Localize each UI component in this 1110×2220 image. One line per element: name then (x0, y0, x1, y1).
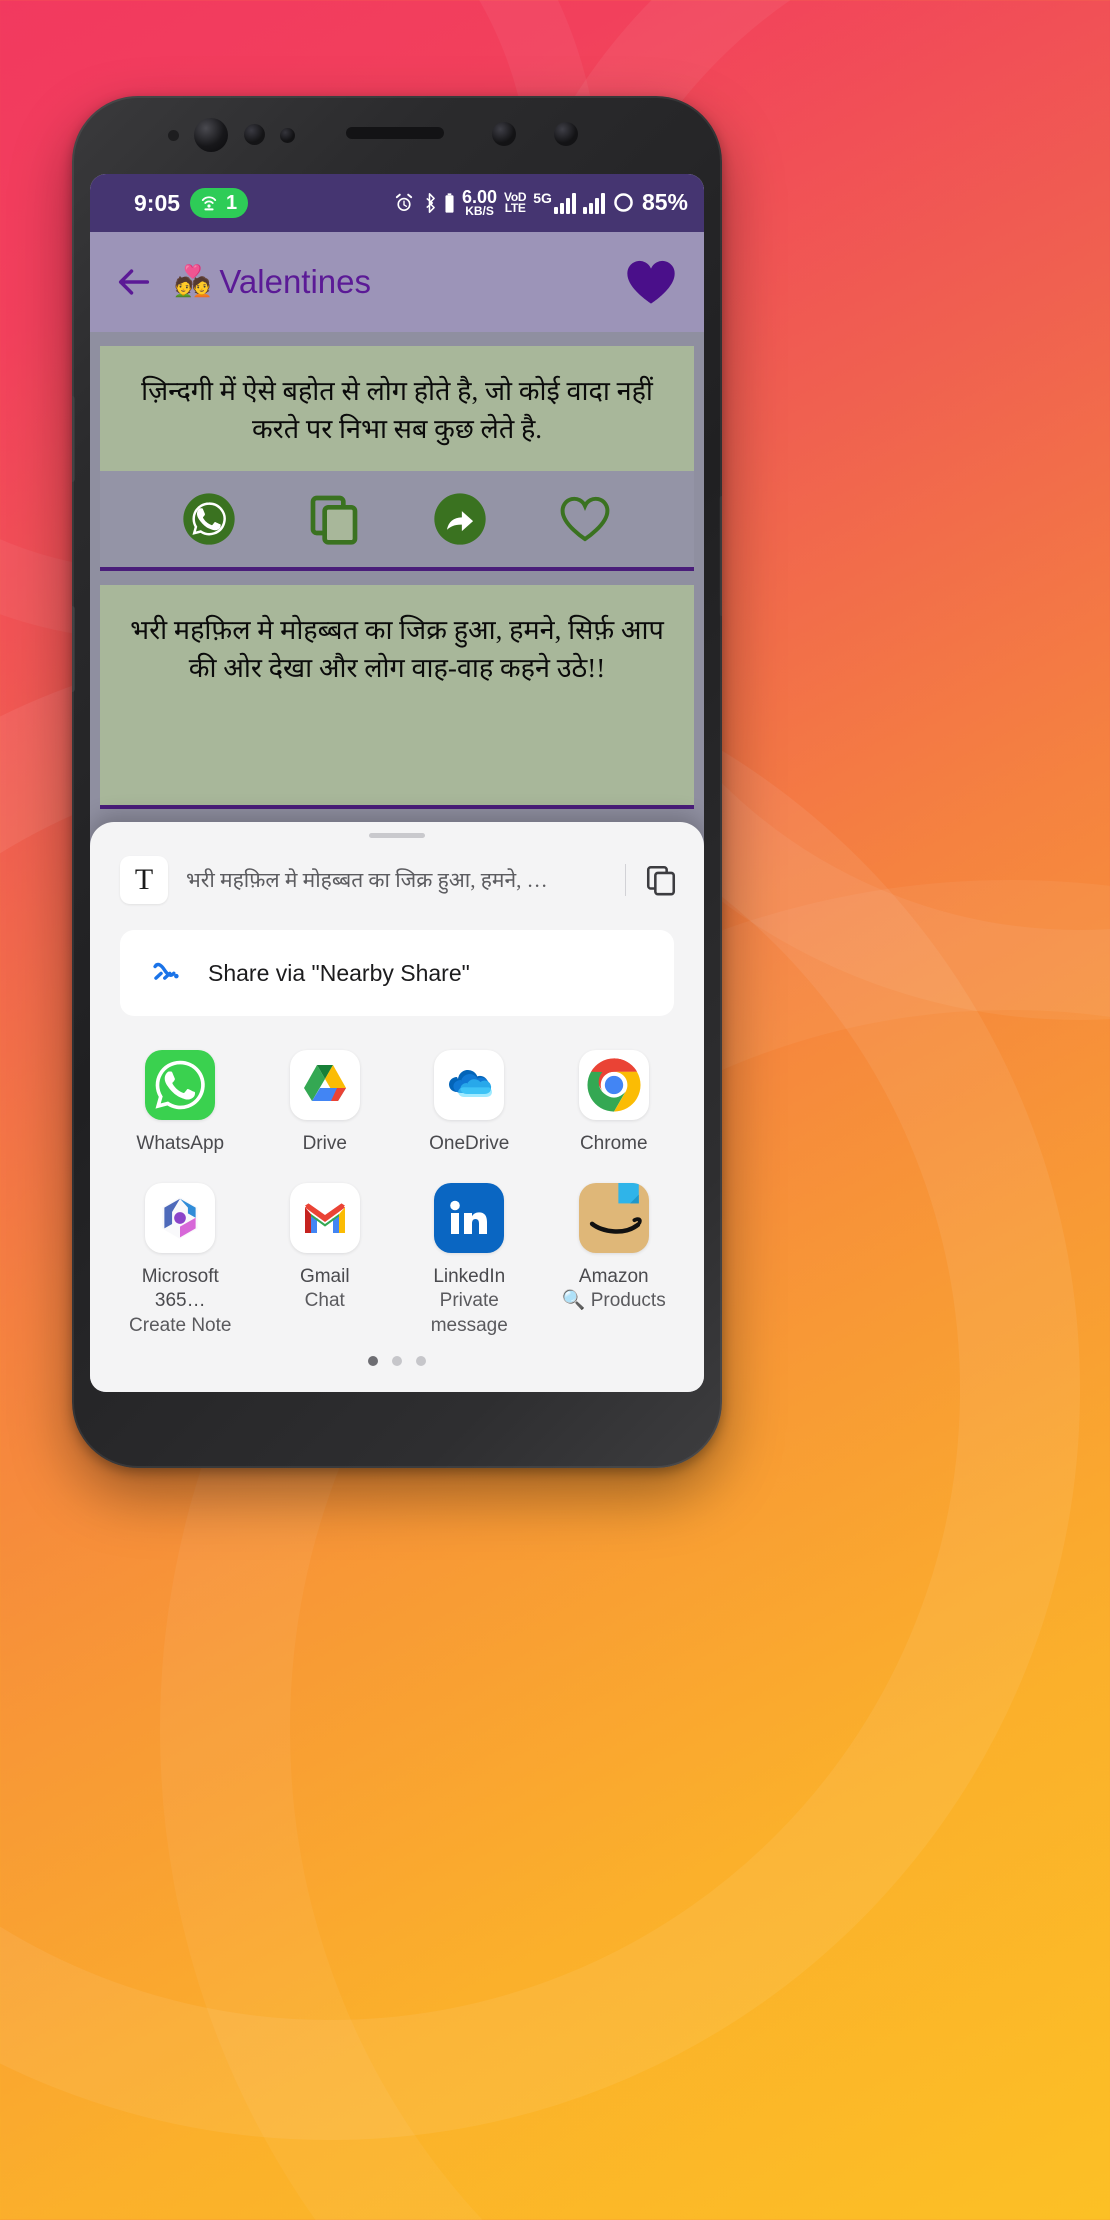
onedrive-icon (434, 1050, 505, 1120)
page-dot-2[interactable] (392, 1356, 402, 1366)
page-title: Valentines (219, 263, 372, 300)
status-bar-right: 6.00 KB/S VoD LTE 5G 85% (393, 188, 688, 218)
gmail-icon (289, 1182, 360, 1253)
copy-icon[interactable] (306, 491, 362, 547)
nearby-share-row[interactable]: Share via "Nearby Share" (120, 930, 674, 1016)
chrome-icon (578, 1050, 649, 1120)
share-target-linkedin[interactable]: LinkedIn Private message (397, 1182, 542, 1339)
ambient-sensor-icon (168, 130, 179, 141)
couple-emoji-icon: 💑 (174, 265, 212, 298)
share-target-label: LinkedIn (433, 1265, 506, 1287)
status-bar-clock: 9:05 (134, 189, 181, 216)
share-target-microsoft365[interactable]: Microsoft 365… Create Note (108, 1182, 253, 1339)
page-dot-1[interactable] (368, 1356, 378, 1366)
sim2-signal-bars-icon (582, 192, 605, 214)
page-dot-3[interactable] (416, 1356, 426, 1366)
power-button[interactable] (719, 496, 722, 616)
share-sheet: T भरी महफ़िल मे मोहब्बत का जिक्र हुआ, हम… (90, 822, 704, 1392)
battery-icon (445, 193, 454, 213)
app-bar-title-group: 💑 Valentines (174, 263, 371, 301)
app-bar: 💑 Valentines (90, 232, 704, 332)
share-sheet-pagination[interactable] (90, 1356, 704, 1392)
earpiece-speaker (346, 127, 444, 139)
whatsapp-share-icon[interactable] (181, 491, 237, 547)
network-type-label: 5G (533, 190, 552, 207)
share-target-label: Microsoft 365… (141, 1265, 219, 1312)
share-target-amazon[interactable]: Amazon 🔍 Products (542, 1182, 687, 1339)
phone-top-bezel (72, 96, 722, 174)
sim1-signal: 5G (533, 190, 576, 215)
quote-card[interactable]: भरी महफ़िल मे मोहब्बत का जिक्र हुआ, हमने… (100, 584, 694, 810)
share-target-sub: Create Note (129, 1315, 232, 1337)
text-file-glyph: T (134, 863, 154, 896)
phone-device: 9:05 1 6.00 KB/S VoD LTE 5G 85% 💑 Valent… (72, 96, 722, 1468)
share-preview-text: भरी महफ़िल मे मोहब्बत का जिक्र हुआ, हमने… (186, 868, 548, 892)
heart-filled-icon[interactable] (622, 257, 680, 307)
share-target-label: OneDrive (429, 1133, 510, 1154)
volte-indicator: VoD LTE (504, 190, 527, 215)
linkedin-icon (434, 1182, 505, 1253)
status-bar-left: 9:05 1 (106, 188, 249, 218)
share-target-onedrive[interactable]: OneDrive (397, 1050, 542, 1157)
quote-text: भरी महफ़िल मे मोहब्बत का जिक्र हुआ, हमने… (130, 614, 664, 683)
share-target-chrome[interactable]: Chrome (542, 1050, 687, 1157)
battery-ring-icon (614, 193, 633, 213)
bluetooth-icon (426, 193, 435, 213)
preview-divider (625, 864, 626, 896)
copy-icon[interactable] (644, 863, 678, 897)
share-target-sub: Private message (430, 1290, 508, 1337)
share-app-grid: WhatsApp Drive OneDrive Chrome Microsoft… (90, 1016, 704, 1339)
share-preview-row: T भरी महफ़िल मे मोहब्बत का जिक्र हुआ, हम… (90, 838, 704, 920)
favorite-outline-icon[interactable] (557, 491, 613, 547)
quote-actions (100, 470, 694, 567)
nearby-share-label: Share via "Nearby Share" (208, 959, 470, 986)
share-target-sub: Chat (304, 1290, 345, 1312)
share-target-whatsapp[interactable]: WhatsApp (108, 1050, 253, 1157)
sensor-right-1-icon (492, 122, 516, 146)
alarm-icon (395, 193, 413, 211)
quote-card[interactable]: ज़िन्दगी में ऐसे बहोत से लोग होते है, जो… (100, 346, 694, 571)
volume-down-button[interactable] (72, 606, 75, 692)
phone-screen: 9:05 1 6.00 KB/S VoD LTE 5G 85% 💑 Valent… (90, 174, 704, 1392)
sensor-right-2-icon (554, 122, 578, 146)
share-target-label: Gmail (299, 1265, 350, 1287)
network-speed-indicator: 6.00 KB/S (462, 188, 497, 218)
text-file-icon: T (120, 856, 168, 904)
share-target-label: Amazon (578, 1265, 649, 1287)
network-speed-unit: KB/S (465, 203, 494, 218)
signal-bars-icon (553, 192, 576, 215)
proximity-sensor-icon (244, 124, 265, 145)
amazon-icon (578, 1182, 649, 1253)
hotspot-icon (201, 196, 217, 211)
share-target-drive[interactable]: Drive (253, 1050, 398, 1157)
quote-text: ज़िन्दगी में ऐसे बहोत से लोग होते है, जो… (141, 376, 653, 445)
microsoft365-icon (145, 1182, 216, 1253)
back-arrow-icon[interactable] (114, 262, 154, 302)
share-target-gmail[interactable]: Gmail Chat (253, 1182, 398, 1339)
drive-icon (289, 1050, 360, 1120)
share-target-label: Chrome (579, 1133, 648, 1154)
share-icon[interactable] (432, 491, 488, 547)
status-bar: 9:05 1 6.00 KB/S VoD LTE 5G 85% (90, 174, 704, 232)
ir-sensor-icon (280, 128, 295, 143)
whatsapp-icon (145, 1050, 216, 1120)
battery-percent: 85% (641, 189, 688, 216)
volte-line2: LTE (504, 200, 526, 215)
share-target-label: WhatsApp (136, 1133, 225, 1154)
volume-up-button[interactable] (72, 396, 75, 482)
front-camera-icon (194, 118, 228, 152)
nearby-share-icon (153, 962, 179, 980)
share-target-sub: 🔍 Products (561, 1290, 666, 1312)
hotspot-indicator: 1 (190, 188, 249, 218)
share-target-label: Drive (302, 1133, 347, 1154)
hotspot-count: 1 (226, 191, 238, 214)
